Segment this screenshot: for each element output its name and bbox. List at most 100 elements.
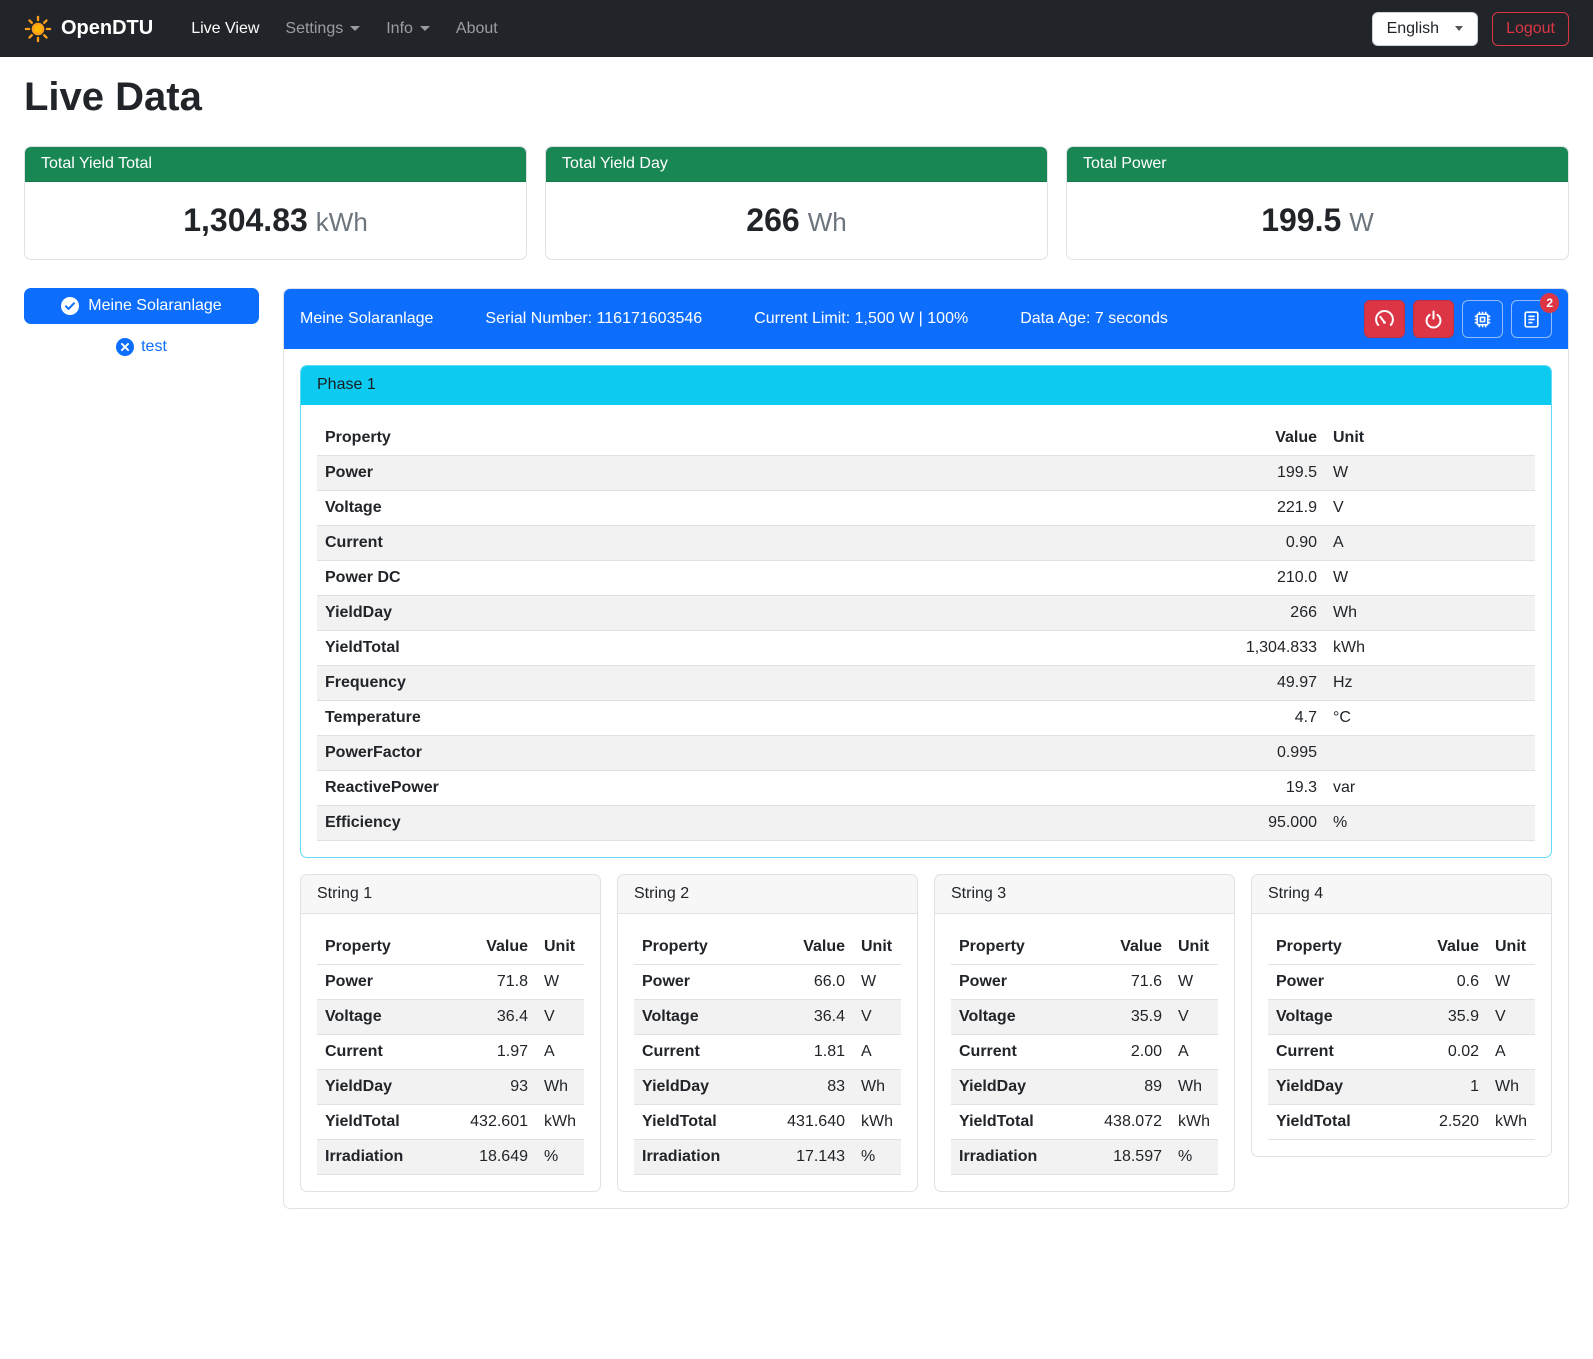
unit-cell: kWh [1170, 1105, 1218, 1140]
unit-cell: % [1325, 806, 1535, 841]
column-header-property: Property [1268, 930, 1402, 965]
property-cell: Power DC [317, 561, 920, 596]
property-cell: YieldDay [634, 1070, 757, 1105]
inverter-test-link[interactable]: test [24, 338, 259, 356]
table-row: Power71.8W [317, 965, 584, 1000]
value-cell: 1.97 [440, 1035, 536, 1070]
nav-item-label: Live View [191, 20, 259, 38]
events-button[interactable]: 2 [1511, 300, 1552, 338]
property-cell: YieldTotal [634, 1105, 757, 1140]
nav-item-about[interactable]: About [446, 12, 508, 46]
string-grid: String 1 Property Value Unit Power71.8WV… [300, 874, 1552, 1192]
nav-item-live-view[interactable]: Live View [181, 12, 269, 46]
logout-button[interactable]: Logout [1492, 12, 1569, 46]
language-select[interactable]: English [1372, 12, 1478, 46]
phase-table: Property Value Unit Power199.5WVoltage22… [317, 421, 1535, 841]
sun-icon [24, 15, 52, 43]
string-table: Property Value Unit Power0.6WVoltage35.9… [1268, 930, 1535, 1140]
unit-cell: °C [1325, 701, 1535, 736]
table-row: YieldTotal431.640kWh [634, 1105, 901, 1140]
unit-cell: % [853, 1140, 901, 1175]
unit-cell: A [536, 1035, 584, 1070]
string-header: String 4 [1252, 875, 1551, 914]
table-row: Power71.6W [951, 965, 1218, 1000]
nav-item-settings[interactable]: Settings [275, 12, 370, 46]
value-cell: 35.9 [1402, 1000, 1487, 1035]
page-title: Live Data [24, 75, 1569, 120]
inverter-actions: 2 [1364, 300, 1552, 338]
summary-value: 266 [746, 202, 799, 238]
inverter-test-label: test [141, 338, 167, 356]
value-cell: 95.000 [920, 806, 1325, 841]
table-row: Voltage221.9V [317, 491, 1535, 526]
value-cell: 71.8 [440, 965, 536, 1000]
table-row: Frequency49.97Hz [317, 666, 1535, 701]
table-row: Irradiation18.597% [951, 1140, 1218, 1175]
unit-cell: W [536, 965, 584, 1000]
column-header-unit: Unit [1325, 421, 1535, 456]
value-cell: 17.143 [757, 1140, 853, 1175]
summary-card-total-yield-total: Total Yield Total 1,304.83kWh [24, 146, 527, 260]
property-cell: Frequency [317, 666, 920, 701]
device-info-button[interactable] [1462, 300, 1503, 338]
table-row: Power66.0W [634, 965, 901, 1000]
value-cell: 0.6 [1402, 965, 1487, 1000]
property-cell: Power [317, 456, 920, 491]
summary-row: Total Yield Total 1,304.83kWh Total Yiel… [24, 146, 1569, 260]
unit-cell: Wh [1325, 596, 1535, 631]
string-table: Property Value Unit Power71.8WVoltage36.… [317, 930, 584, 1175]
page-content: Live Data Total Yield Total 1,304.83kWh … [0, 75, 1593, 1233]
table-row: PowerFactor0.995 [317, 736, 1535, 771]
table-row: YieldTotal2.520kWh [1268, 1105, 1535, 1140]
power-button[interactable] [1413, 300, 1454, 338]
check-circle-icon [61, 297, 79, 315]
string-table: Property Value Unit Power66.0WVoltage36.… [634, 930, 901, 1175]
column-header-unit: Unit [536, 930, 584, 965]
journal-icon [1521, 309, 1542, 330]
unit-cell: V [536, 1000, 584, 1035]
property-cell: YieldDay [317, 1070, 440, 1105]
inverter-limit: Current Limit: 1,500 W | 100% [754, 310, 968, 328]
value-cell: 18.597 [1074, 1140, 1170, 1175]
property-cell: Current [317, 1035, 440, 1070]
unit-cell: Wh [1170, 1070, 1218, 1105]
inverter-sidebar: Meine Solaranlage test [24, 288, 259, 356]
summary-value: 1,304.83 [183, 202, 308, 238]
table-header-row: Property Value Unit [951, 930, 1218, 965]
string-card-2: String 2 Property Value Unit Power66.0WV… [617, 874, 918, 1192]
property-cell: Efficiency [317, 806, 920, 841]
value-cell: 93 [440, 1070, 536, 1105]
summary-card-title: Total Power [1067, 147, 1568, 182]
summary-card-body: 266Wh [546, 182, 1047, 259]
value-cell: 1 [1402, 1070, 1487, 1105]
nav-item-info[interactable]: Info [376, 12, 440, 46]
nav-item-label: Settings [285, 20, 343, 38]
unit-cell: V [853, 1000, 901, 1035]
property-cell: ReactivePower [317, 771, 920, 806]
value-cell: 1.81 [757, 1035, 853, 1070]
unit-cell: var [1325, 771, 1535, 806]
property-cell: Irradiation [634, 1140, 757, 1175]
value-cell: 266 [920, 596, 1325, 631]
table-row: Voltage36.4V [317, 1000, 584, 1035]
value-cell: 36.4 [757, 1000, 853, 1035]
table-row: YieldTotal1,304.833kWh [317, 631, 1535, 666]
property-cell: Power [1268, 965, 1402, 1000]
column-header-value: Value [757, 930, 853, 965]
summary-card-total-power: Total Power 199.5W [1066, 146, 1569, 260]
chevron-down-icon [1455, 26, 1463, 31]
property-cell: Voltage [951, 1000, 1074, 1035]
property-cell: Irradiation [951, 1140, 1074, 1175]
limit-settings-button[interactable] [1364, 300, 1405, 338]
unit-cell: Wh [536, 1070, 584, 1105]
unit-cell: % [536, 1140, 584, 1175]
brand-link[interactable]: OpenDTU [24, 15, 153, 43]
table-row: Current1.81A [634, 1035, 901, 1070]
string-header: String 2 [618, 875, 917, 914]
navbar-right: English Logout [1372, 12, 1569, 46]
property-cell: YieldDay [1268, 1070, 1402, 1105]
inverter-card-body: Phase 1 Property Value Unit Power199.5WV… [284, 349, 1568, 1208]
inverter-select-button[interactable]: Meine Solaranlage [24, 288, 259, 324]
property-cell: Power [317, 965, 440, 1000]
value-cell: 19.3 [920, 771, 1325, 806]
